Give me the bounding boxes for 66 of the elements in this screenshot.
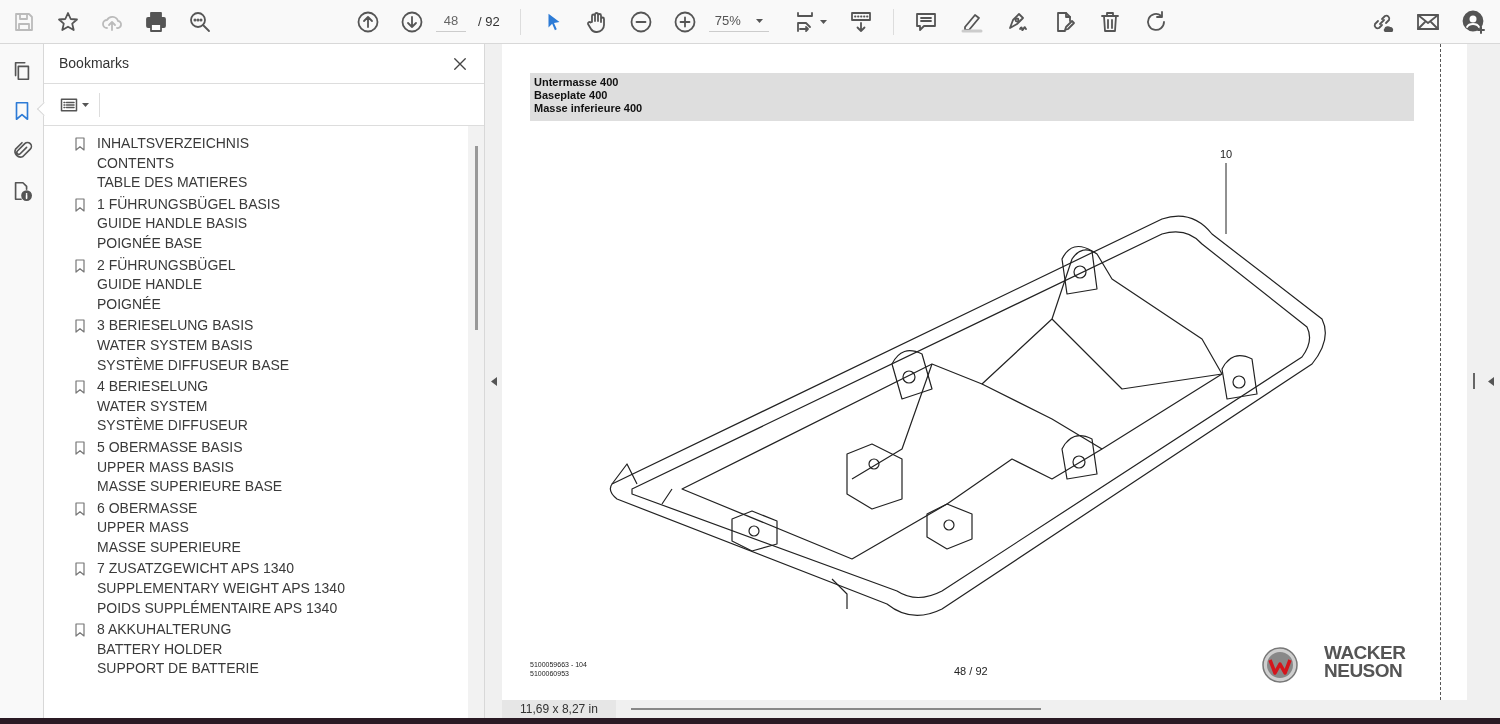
bookmark-icon[interactable]	[72, 318, 88, 335]
header-line: Masse inferieure 400	[534, 102, 644, 115]
bookmark-icon[interactable]	[72, 136, 88, 152]
scrollbar-thumb[interactable]	[474, 146, 478, 330]
bookmark-label[interactable]: WATER SYSTEM	[97, 396, 248, 417]
bookmark-label[interactable]: BATTERY HOLDER	[97, 639, 259, 660]
brand-name: NEUSON	[1324, 662, 1404, 680]
bookmark-label[interactable]: GUIDE HANDLE BASIS	[97, 214, 281, 234]
bookmark-icon[interactable]	[72, 622, 88, 639]
page-total: / 92	[478, 12, 500, 31]
bookmark-label[interactable]: 2 FÜHRUNGSBÜGEL	[97, 255, 236, 276]
zoom-out-icon[interactable]	[628, 9, 653, 34]
callout-number: 10	[1220, 147, 1233, 162]
bookmark-icon[interactable]	[72, 561, 88, 578]
bookmark-icon[interactable]	[72, 500, 88, 517]
bookmark-label[interactable]: 8 AKKUHALTERUNG	[97, 620, 259, 640]
brand-name: WACKER	[1324, 644, 1406, 662]
bookmark-label[interactable]: SYSTÈME DIFFUSEUR	[97, 416, 248, 436]
bookmark-label[interactable]: 3 BERIESELUNG BASIS	[97, 316, 290, 336]
star-icon[interactable]	[56, 9, 80, 34]
page-number-field[interactable]: 48	[436, 11, 466, 32]
page-down-icon[interactable]	[400, 9, 424, 34]
bookmark-label[interactable]: GUIDE HANDLE	[97, 275, 236, 295]
bookmark-label[interactable]: SYSTÈME DIFFUSEUR BASE	[97, 355, 290, 376]
bookmark-label[interactable]: 6 OBERMASSE	[97, 498, 241, 519]
page-up-icon[interactable]	[356, 9, 380, 34]
bookmark-label[interactable]: 5 OBERMASSE BASIS	[97, 437, 283, 458]
horizontal-scrollbar[interactable]	[631, 708, 1041, 710]
bookmark-label[interactable]: 4 BERIESELUNG	[97, 377, 248, 397]
bookmark-label[interactable]: UPPER MASS	[97, 518, 241, 538]
header-line: Baseplate 400	[534, 89, 609, 102]
print-icon[interactable]	[144, 9, 168, 34]
page-label: 48 / 92	[954, 664, 988, 679]
bookmark-label[interactable]: INHALTSVERZEICHNIS	[97, 134, 250, 154]
scroll-handle[interactable]	[1473, 373, 1475, 389]
panel-title: Bookmarks	[59, 54, 130, 73]
caret-icon	[755, 19, 763, 23]
bookmark-icon[interactable]	[72, 379, 88, 396]
bookmark-label[interactable]: SUPPORT DE BATTERIE	[97, 659, 259, 680]
bookmark-icon[interactable]	[72, 439, 88, 456]
logo-icon	[1262, 647, 1298, 683]
page-size: 11,69 x 8,27 in	[502, 700, 616, 718]
caret-icon[interactable]	[819, 19, 827, 24]
bookmark-label[interactable]: POIGNÉE	[97, 294, 236, 315]
header-line: Untermasse 400	[534, 76, 620, 89]
bookmark-label[interactable]: CONTENTS	[97, 153, 250, 174]
bookmark-label[interactable]: 1 FÜHRUNGSBÜGEL BASIS	[97, 194, 281, 215]
collapse-right-icon[interactable]	[1488, 376, 1494, 386]
bookmark-label[interactable]: 7 ZUSATZGEWICHT APS 1340	[97, 559, 345, 580]
bookmark-icon[interactable]	[72, 257, 88, 274]
bookmark-label[interactable]: MASSE SUPERIEURE BASE	[97, 477, 283, 497]
zoom-dropdown[interactable]: 75%	[708, 11, 769, 32]
collapse-left-icon[interactable]	[490, 376, 497, 386]
bookmark-label[interactable]: WATER SYSTEM BASIS	[97, 335, 290, 356]
bookmark-label[interactable]: TABLE DES MATIERES	[97, 173, 250, 193]
zoom-in-icon[interactable]	[672, 9, 697, 34]
bookmark-icon[interactable]	[72, 196, 88, 213]
add-user-icon[interactable]	[1462, 9, 1486, 34]
bookmark-label[interactable]: SUPPLEMENTARY WEIGHT APS 1340	[97, 579, 345, 599]
scroll-mode-icon[interactable]	[848, 9, 873, 34]
search-icon[interactable]	[188, 9, 212, 34]
bookmark-label[interactable]: POIGNÉE BASE	[97, 233, 281, 254]
bookmark-label[interactable]: MASSE SUPERIEURE	[97, 537, 241, 558]
bookmark-label[interactable]: POIDS SUPPLÉMENTAIRE APS 1340	[97, 598, 345, 619]
caret-icon[interactable]	[82, 102, 89, 107]
bookmark-label[interactable]: UPPER MASS BASIS	[97, 457, 283, 478]
